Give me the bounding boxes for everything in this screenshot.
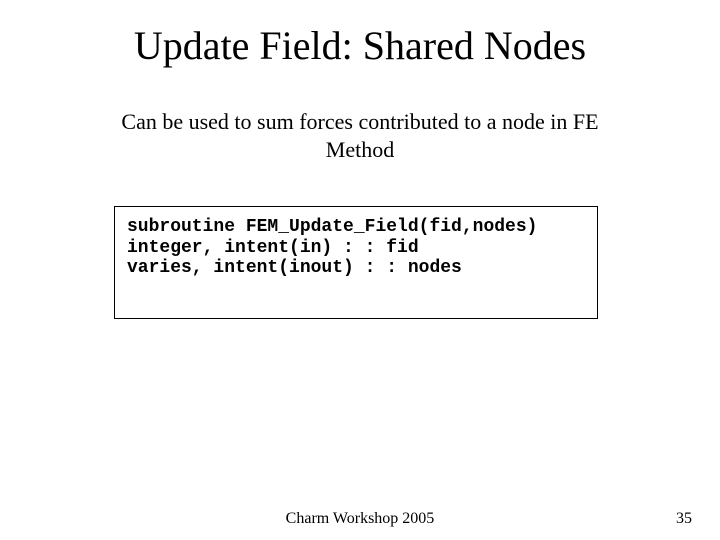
code-line-2: integer, intent(in) : : fid (127, 238, 419, 258)
slide-description: Can be used to sum forces contributed to… (0, 108, 720, 163)
code-box: subroutine FEM_Update_Field(fid,nodes) i… (114, 206, 598, 319)
code-line-1: subroutine FEM_Update_Field(fid,nodes) (127, 217, 537, 237)
footer-center: Charm Workshop 2005 (0, 510, 720, 528)
page-number: 35 (676, 510, 692, 528)
slide: Update Field: Shared Nodes Can be used t… (0, 0, 720, 540)
slide-title: Update Field: Shared Nodes (0, 22, 720, 69)
code-line-3: varies, intent(inout) : : nodes (127, 258, 462, 278)
